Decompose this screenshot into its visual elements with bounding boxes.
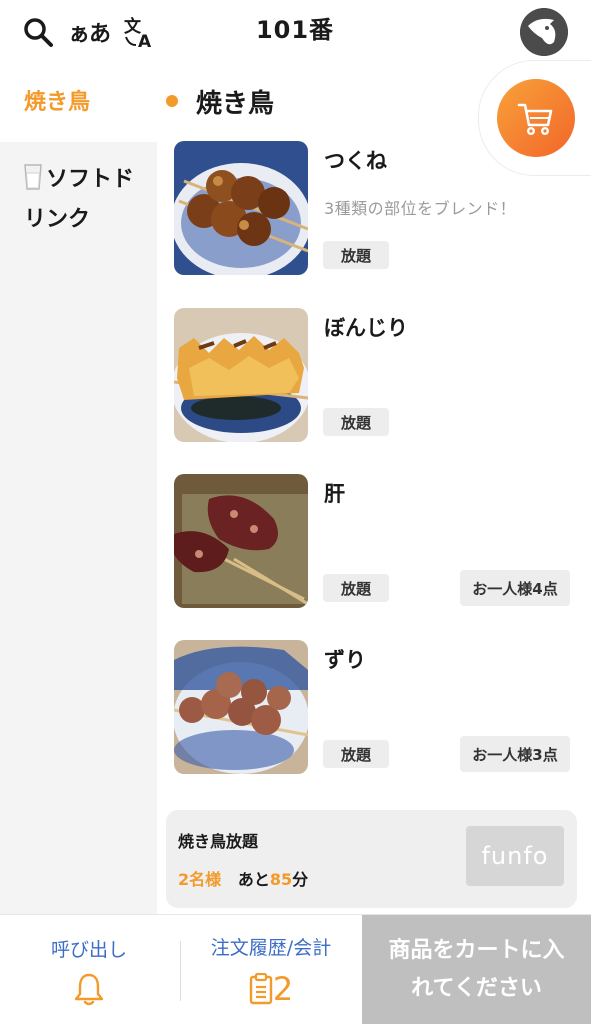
cart-button[interactable] — [497, 79, 575, 157]
order-count: 2 — [249, 970, 293, 1008]
call-staff-button[interactable]: 呼び出し — [0, 915, 178, 1024]
sidebar-item-soft-drink[interactable]: ソフトドリンク — [0, 160, 157, 240]
order-count-value: 2 — [272, 969, 294, 1008]
order-history-label: 注文履歴/会計 — [210, 936, 332, 959]
order-limit-tag: お一人様4点 — [460, 570, 570, 606]
item-name: ずり — [324, 648, 366, 672]
bonjiri-photo — [174, 308, 308, 442]
remaining-minutes: 85 — [269, 870, 293, 889]
font-size-label: ぁあ — [67, 22, 111, 47]
cta-label: 商品をカートに入れてください — [388, 938, 565, 1001]
plan-title: 焼き鳥放題 — [178, 832, 259, 851]
order-limit-tag: お一人様3点 — [460, 736, 570, 772]
plan-tag: 放題 — [323, 574, 389, 602]
shop-logo — [520, 8, 568, 56]
item-description: 3種類の部位をブレンド！ — [324, 199, 517, 218]
menu-item[interactable]: ぼんじり 放題 — [174, 308, 574, 442]
remaining-prefix: あと — [237, 870, 270, 889]
item-name: つくね — [324, 149, 387, 173]
gizzard-photo — [174, 640, 308, 774]
item-name: 肝 — [324, 482, 345, 506]
glass-icon — [24, 164, 42, 190]
category-title: 焼き鳥 — [196, 88, 275, 119]
menu-item[interactable]: 肝 放題 お一人様4点 — [174, 474, 574, 608]
order-history-button[interactable]: 注文履歴/会計 2 — [182, 915, 360, 1024]
item-name: ぼんじり — [324, 316, 408, 340]
plan-status-card: 焼き鳥放題 2名様 あと85分 funfo — [166, 810, 577, 908]
cart-fab-container — [478, 60, 591, 176]
party-size: 2名様 — [178, 870, 222, 889]
header: ぁあ 文 A 101番 — [0, 0, 591, 64]
table-number: 101番 — [255, 16, 335, 44]
translate-icon[interactable]: 文 A — [120, 12, 160, 52]
bottom-bar: 呼び出し 注文履歴/会計 2 商品をカートに入れてください — [0, 914, 591, 1024]
bell-icon — [74, 973, 104, 1005]
sidebar-item-label: 焼き鳥 — [24, 90, 91, 115]
svg-text:A: A — [138, 32, 152, 49]
plan-meta: 2名様 あと85分 — [178, 866, 308, 890]
menu-item[interactable]: ずり 放題 お一人様3点 — [174, 640, 574, 774]
clipboard-icon — [249, 972, 273, 1004]
call-staff-label: 呼び出し — [50, 938, 127, 961]
liver-photo — [174, 474, 308, 608]
plan-tag: 放題 — [323, 241, 389, 269]
font-size-toggle[interactable]: ぁあ — [66, 12, 112, 52]
funfo-logo: funfo — [466, 826, 564, 886]
category-dot — [166, 95, 178, 107]
minutes-unit: 分 — [292, 870, 309, 889]
add-to-cart-prompt-button[interactable]: 商品をカートに入れてください — [362, 915, 591, 1024]
sidebar-item-yakitori[interactable]: 焼き鳥 — [0, 64, 157, 142]
footer-divider — [180, 941, 181, 1001]
category-heading: 焼き鳥 — [166, 80, 274, 122]
plan-tag: 放題 — [323, 408, 389, 436]
category-sidebar: 焼き鳥 ソフトドリンク — [0, 64, 157, 914]
cart-icon — [517, 103, 553, 136]
tsukune-photo — [174, 141, 308, 275]
plan-tag: 放題 — [323, 740, 389, 768]
search-icon[interactable] — [18, 12, 58, 52]
